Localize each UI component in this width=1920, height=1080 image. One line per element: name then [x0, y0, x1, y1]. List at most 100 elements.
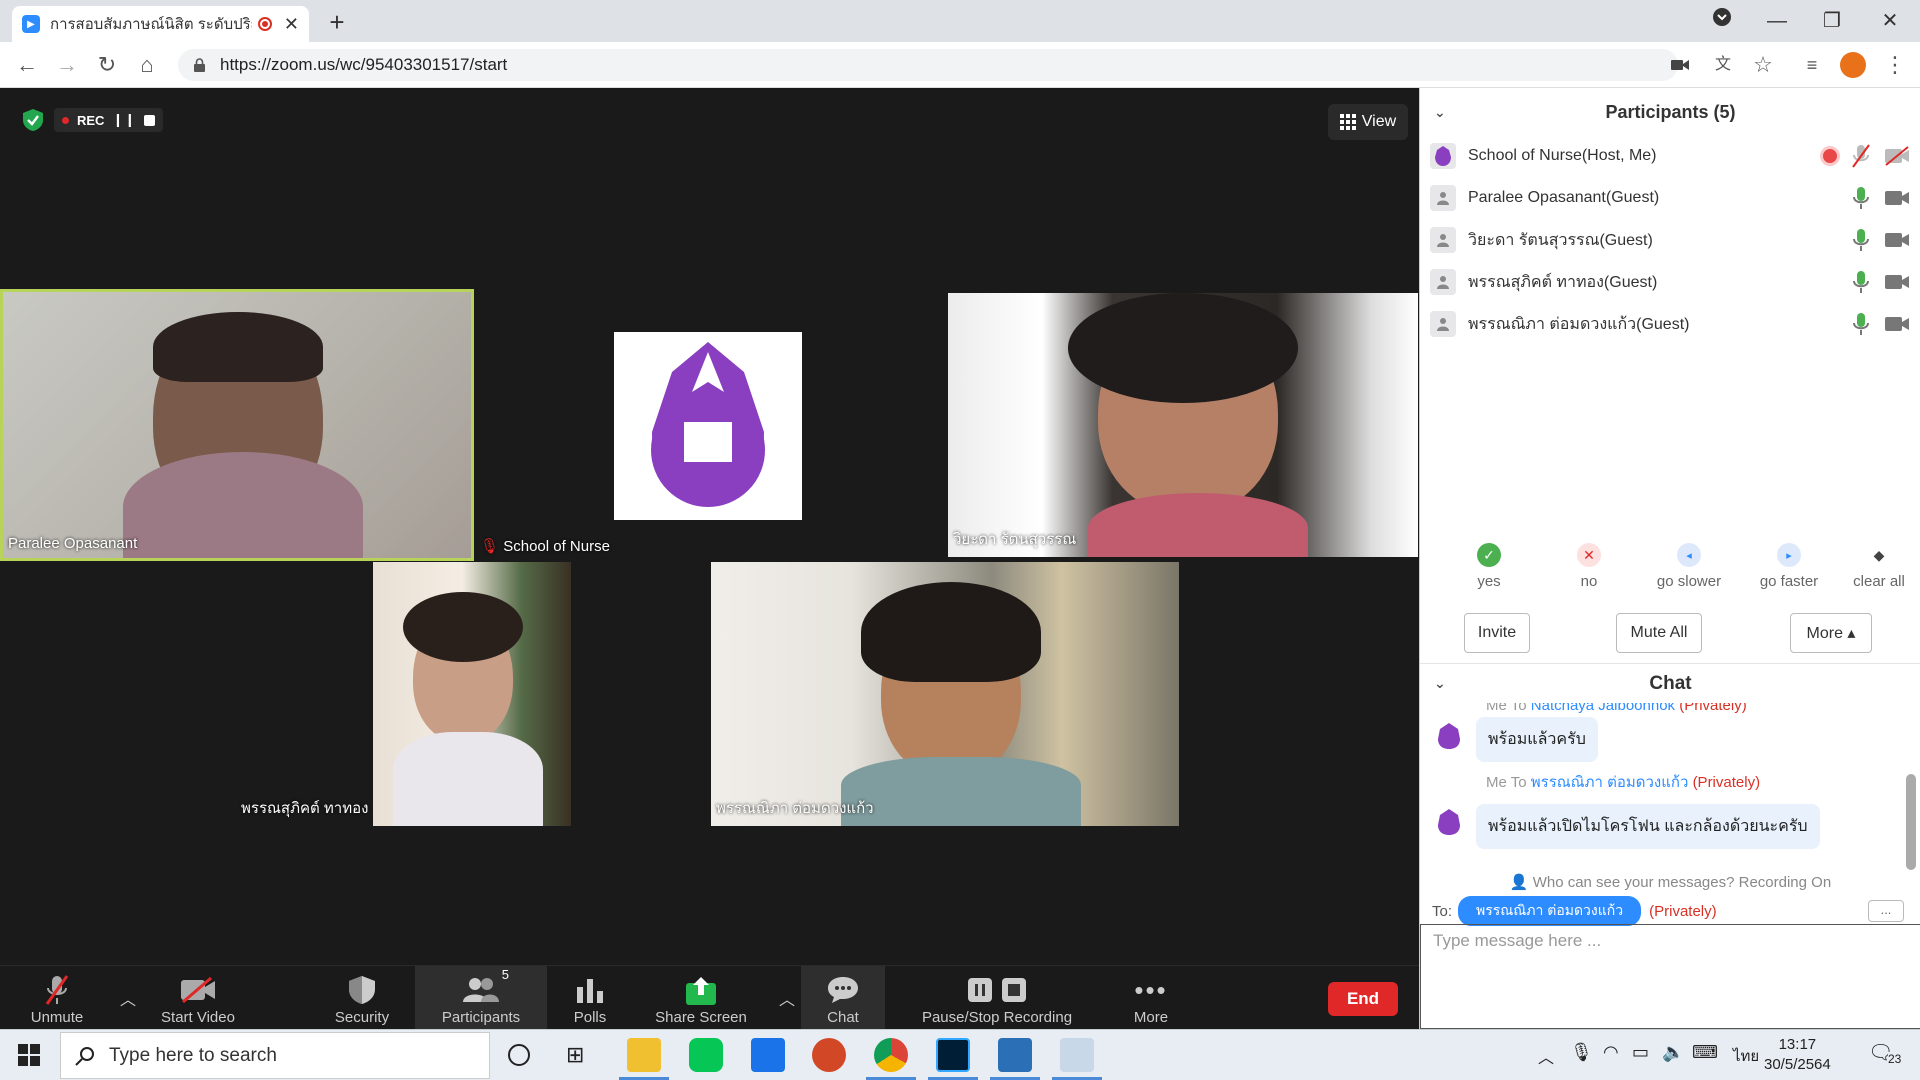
- recording-badge[interactable]: REC ❙❙: [54, 108, 164, 132]
- close-tab-icon[interactable]: ✕: [284, 14, 299, 35]
- windows-start-icon[interactable]: [18, 1044, 40, 1071]
- media-control-icon[interactable]: ≡: [1797, 50, 1827, 80]
- mute-all-button[interactable]: Mute All: [1616, 613, 1702, 653]
- powerpoint-icon[interactable]: [812, 1038, 846, 1072]
- stop-recording-icon[interactable]: [144, 114, 156, 126]
- clock-time: 13:17: [1778, 1036, 1817, 1053]
- input-language[interactable]: ไทย: [1733, 1044, 1759, 1068]
- show-hidden-icons-chevron-icon[interactable]: ︿: [1538, 1044, 1554, 1068]
- reaction-go-faster-button[interactable]: ▸ go faster: [1744, 543, 1834, 590]
- polls-button[interactable]: Polls: [555, 966, 625, 1030]
- volume-icon[interactable]: 🔈: [1662, 1042, 1684, 1063]
- encryption-shield-icon[interactable]: [22, 108, 44, 132]
- home-icon[interactable]: ⌂: [132, 50, 162, 80]
- notifications-icon[interactable]: 🗨 23: [1868, 1040, 1902, 1066]
- chat-bubble-icon: [826, 973, 860, 1007]
- mic-on-icon[interactable]: [1852, 228, 1870, 252]
- video-tile-wiyada[interactable]: วิยะดา รัตนสุวรรณ: [948, 293, 1418, 557]
- grid-view-icon: [1339, 114, 1356, 130]
- video-off-icon[interactable]: [1884, 146, 1910, 166]
- video-tile-pansuphik[interactable]: พรรณสุภิคต์ ทาทอง: [237, 562, 571, 826]
- reaction-go-slower-button[interactable]: ◂ go slower: [1644, 543, 1734, 590]
- chat-scrollbar[interactable]: [1906, 774, 1916, 870]
- mail-icon[interactable]: [751, 1038, 785, 1072]
- taskbar-search-box[interactable]: Type here to search: [60, 1032, 490, 1079]
- pause-stop-recording-button[interactable]: Pause/Stop Recording: [912, 966, 1082, 1030]
- video-on-icon[interactable]: [1884, 188, 1910, 208]
- task-view-icon[interactable]: ⊞: [566, 1042, 584, 1068]
- reaction-label: clear all: [1853, 573, 1905, 590]
- paint-icon[interactable]: [1060, 1038, 1094, 1072]
- security-button[interactable]: Security: [327, 966, 397, 1030]
- participant-row[interactable]: พรรณสุภิคต์ ทาทอง(Guest): [1430, 261, 1910, 303]
- reaction-yes-button[interactable]: ✓ yes: [1444, 543, 1534, 590]
- reaction-clear-all-button[interactable]: ◆ clear all: [1834, 543, 1920, 591]
- share-screen-button[interactable]: Share Screen: [650, 966, 752, 1030]
- video-on-icon[interactable]: [1884, 272, 1910, 292]
- view-label: View: [1361, 113, 1397, 130]
- url-field[interactable]: https://zoom.us/wc/95403301517/start: [178, 49, 1678, 81]
- recipient-select[interactable]: พรรณณิภา ต่อมดวงแก้ว: [1458, 896, 1642, 926]
- wifi-icon[interactable]: ◠: [1603, 1042, 1619, 1063]
- file-explorer-icon[interactable]: [627, 1038, 661, 1072]
- video-tile-pannipa[interactable]: พรรณณิภา ต่อมดวงแก้ว: [711, 562, 1181, 826]
- more-button[interactable]: ••• More: [1120, 966, 1182, 1030]
- close-window-icon[interactable]: ✕: [1873, 4, 1907, 38]
- photoshop-icon[interactable]: [936, 1038, 970, 1072]
- pause-recording-icon[interactable]: ❙❙: [112, 112, 136, 128]
- minimize-icon[interactable]: —: [1760, 4, 1794, 38]
- end-meeting-button[interactable]: End: [1328, 982, 1398, 1016]
- chat-more-button[interactable]: ...: [1868, 900, 1904, 922]
- chat-title: Chat: [1649, 672, 1692, 694]
- tab-search-icon[interactable]: [1705, 4, 1739, 38]
- participant-row[interactable]: School of Nurse(Host, Me): [1430, 135, 1910, 177]
- reload-icon[interactable]: ↻: [92, 50, 122, 80]
- participant-row[interactable]: Paralee Opasanant(Guest): [1430, 177, 1910, 219]
- battery-icon[interactable]: ▭: [1632, 1042, 1649, 1063]
- system-clock[interactable]: 13:17 30/5/2564: [1764, 1035, 1831, 1075]
- view-button[interactable]: View: [1328, 104, 1408, 140]
- audio-options-chevron-icon[interactable]: ︿: [120, 986, 136, 1010]
- keyboard-icon[interactable]: ⌨: [1692, 1042, 1718, 1063]
- participants-more-button[interactable]: More ▴: [1790, 613, 1872, 653]
- maximize-icon[interactable]: ❐: [1815, 4, 1849, 38]
- chrome-icon[interactable]: [874, 1038, 908, 1072]
- mic-on-icon[interactable]: [1852, 270, 1870, 294]
- reaction-no-button[interactable]: ✕ no: [1544, 543, 1634, 590]
- profile-avatar[interactable]: [1840, 52, 1866, 78]
- participant-row[interactable]: วิยะดา รัตนสุวรรณ(Guest): [1430, 219, 1910, 261]
- muted-mic-icon[interactable]: [1852, 144, 1870, 168]
- participants-button[interactable]: 5 Participants: [415, 966, 547, 1030]
- browser-tab[interactable]: ▶ การสอบสัมภาษณ์นิสิต ระดับปริญ ✕: [12, 6, 309, 42]
- chat-button[interactable]: Chat: [801, 966, 885, 1030]
- cortana-icon[interactable]: [508, 1044, 530, 1066]
- collapse-chat-chevron-icon[interactable]: ⌄: [1434, 675, 1446, 692]
- microphone-tray-icon[interactable]: 🎙: [1570, 1042, 1593, 1063]
- control-panel-icon[interactable]: [998, 1038, 1032, 1072]
- camera-permission-icon[interactable]: [1665, 50, 1695, 80]
- message-visibility-info[interactable]: 👤 Who can see your messages? Recording O…: [1420, 873, 1920, 891]
- bookmark-star-icon[interactable]: ☆: [1748, 50, 1778, 80]
- forward-icon[interactable]: →: [52, 50, 82, 80]
- chat-message-input[interactable]: Type message here ...: [1420, 924, 1920, 1029]
- mic-on-icon[interactable]: [1852, 186, 1870, 210]
- new-tab-button[interactable]: +: [322, 8, 352, 38]
- video-on-icon[interactable]: [1884, 230, 1910, 250]
- translate-icon[interactable]: 文: [1708, 50, 1738, 80]
- side-panel: ⌄ Participants (5) School of Nurse(Host,…: [1419, 88, 1920, 1029]
- start-video-button[interactable]: Start Video: [158, 966, 238, 1030]
- collapse-participants-chevron-icon[interactable]: ⌄: [1434, 104, 1446, 121]
- video-on-icon[interactable]: [1884, 314, 1910, 334]
- video-tile-paralee[interactable]: Paralee Opasanant: [0, 289, 474, 561]
- share-options-chevron-icon[interactable]: ︿: [779, 986, 795, 1010]
- more-label: More: [1133, 1009, 1169, 1026]
- mic-on-icon[interactable]: [1852, 312, 1870, 336]
- unmute-button[interactable]: Unmute: [22, 966, 92, 1030]
- back-icon[interactable]: ←: [12, 50, 42, 80]
- video-off-icon: [179, 973, 217, 1007]
- invite-button[interactable]: Invite: [1464, 613, 1530, 653]
- participant-row[interactable]: พรรณณิภา ต่อมดวงแก้ว(Guest): [1430, 303, 1910, 345]
- video-tile-school-of-nurse[interactable]: 🎙 School of Nurse: [474, 289, 948, 561]
- chrome-menu-icon[interactable]: ⋮: [1880, 50, 1910, 80]
- line-app-icon[interactable]: [689, 1038, 723, 1072]
